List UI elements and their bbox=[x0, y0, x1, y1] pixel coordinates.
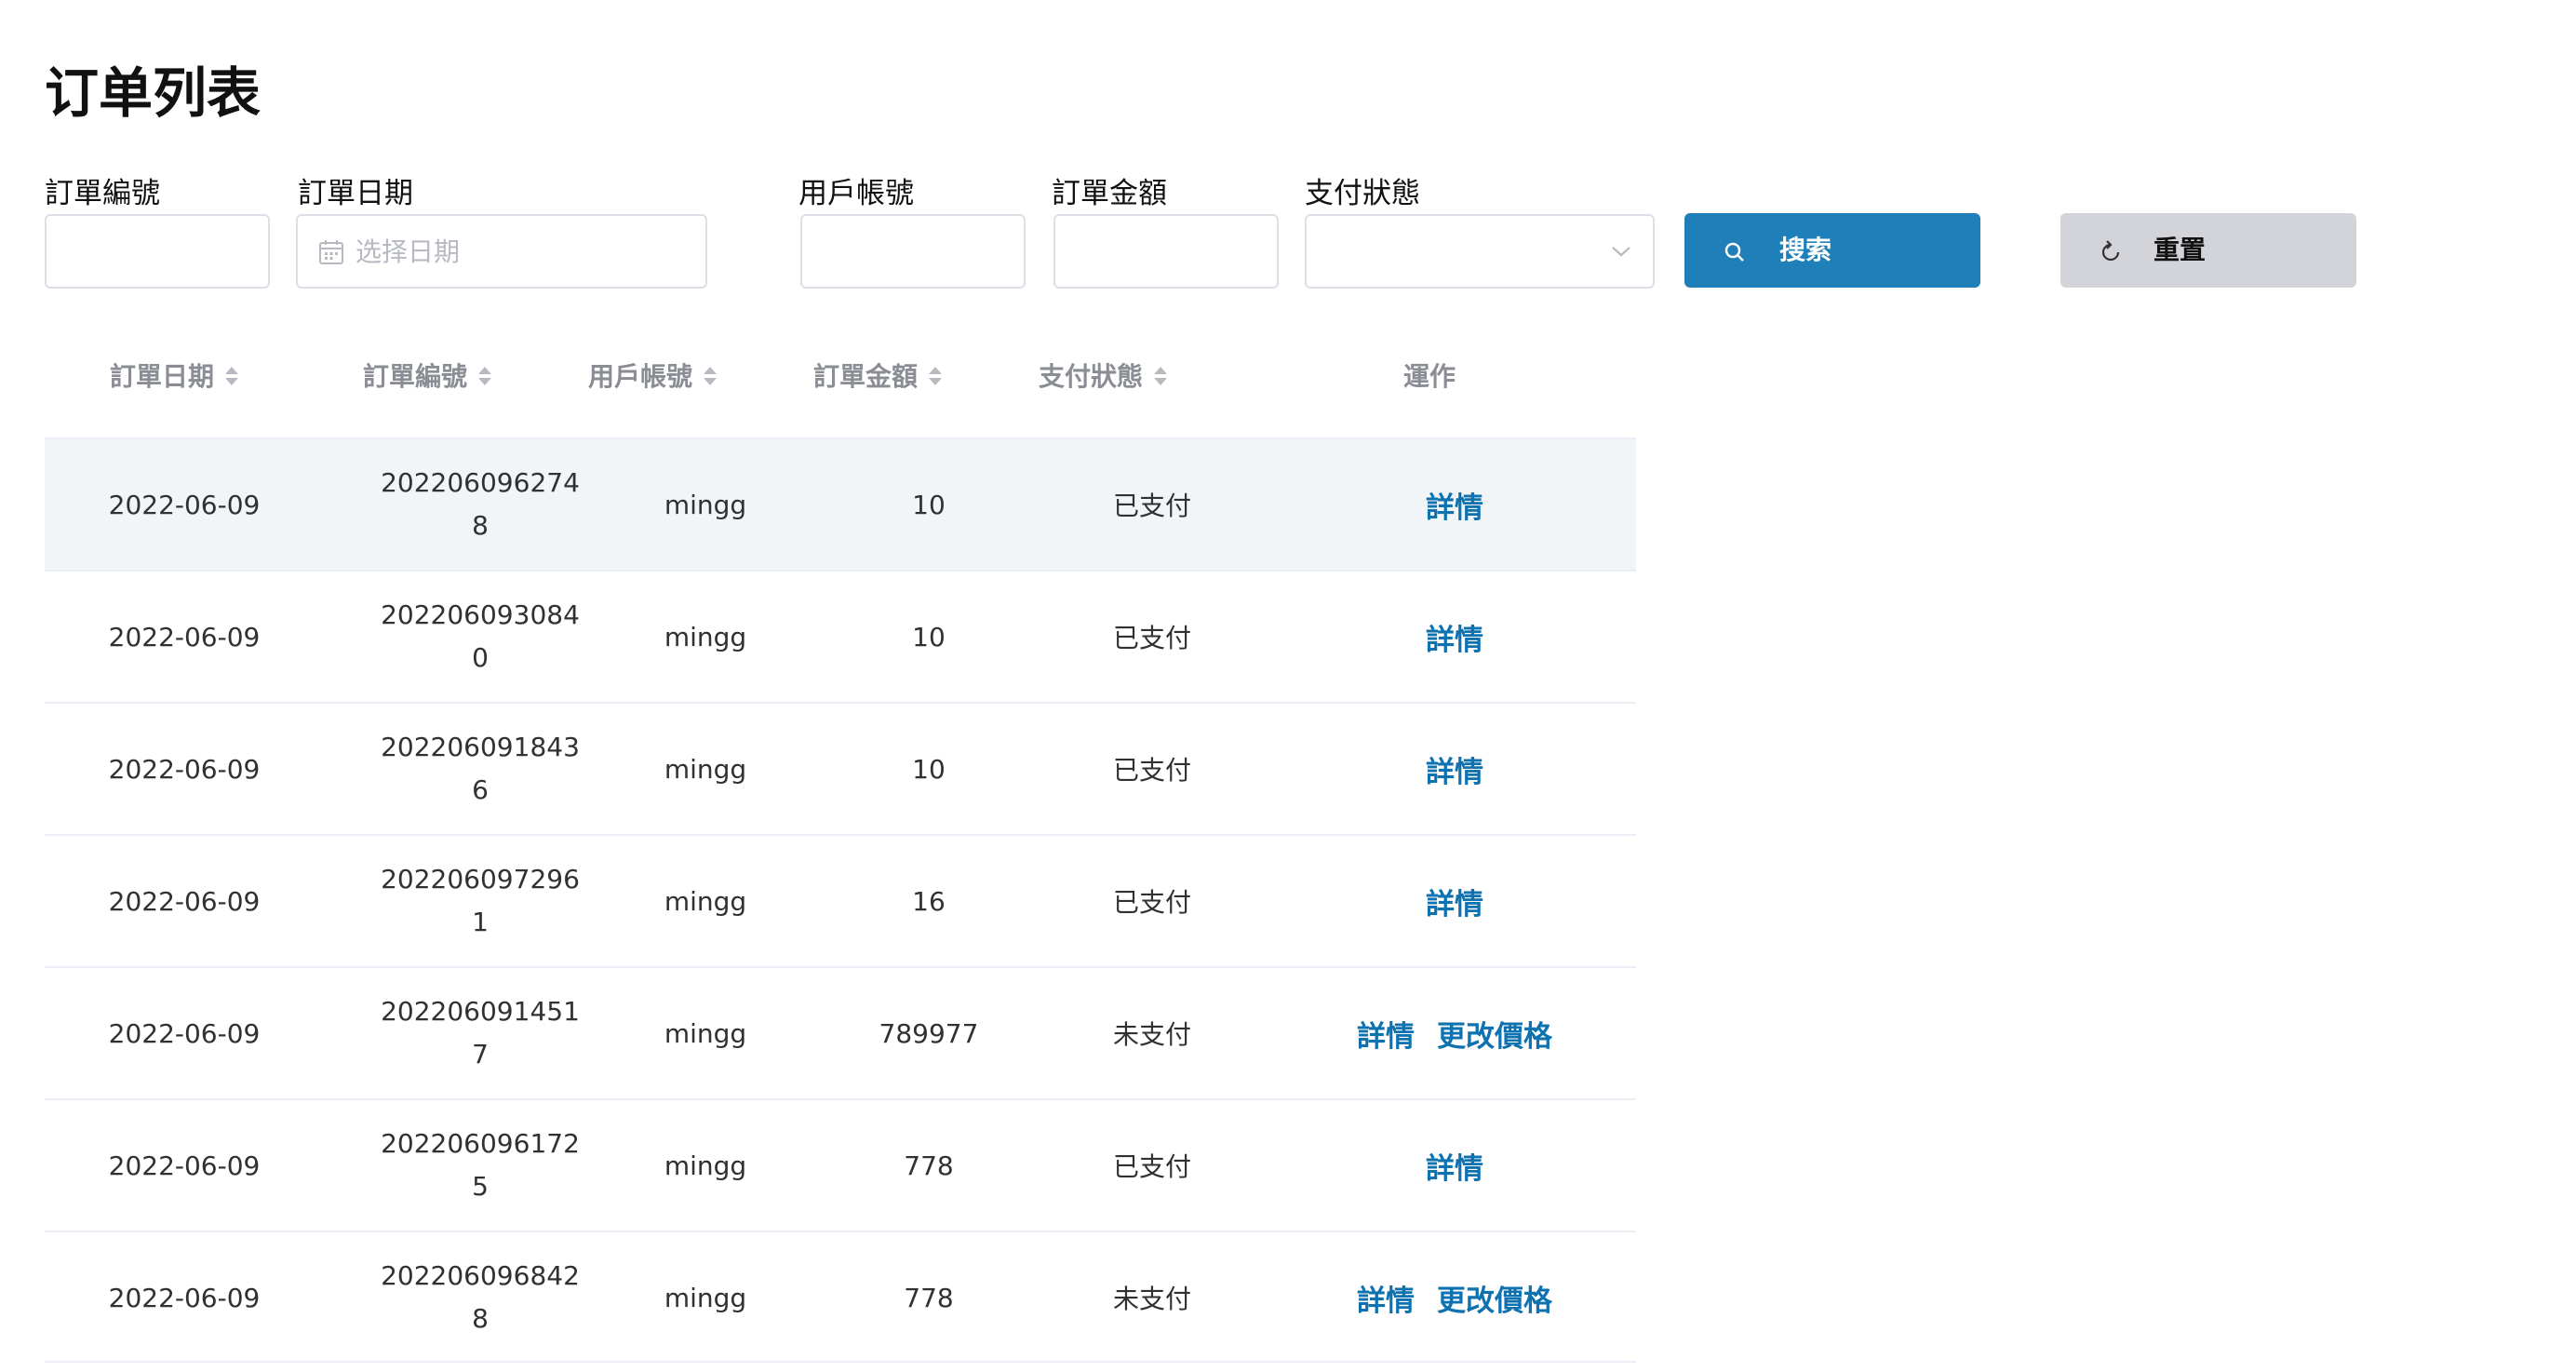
order-no-input[interactable] bbox=[45, 214, 270, 289]
table-row: 2022-06-09 202206096842 8 mingg 778 未支付 詳… bbox=[45, 1231, 1636, 1363]
order-no-line2: 8 bbox=[472, 1303, 489, 1334]
order-no-line1: 202206096172 bbox=[381, 1128, 580, 1159]
amount-label: 訂單金額 bbox=[1052, 177, 1167, 210]
calendar-icon bbox=[319, 240, 343, 264]
column-label: 支付狀態 bbox=[1039, 361, 1144, 392]
details-link[interactable]: 詳情 bbox=[1426, 1145, 1483, 1187]
sort-caret-icon[interactable] bbox=[476, 364, 493, 388]
cell-order-date: 2022-06-09 bbox=[108, 885, 261, 917]
order-date-label: 訂單日期 bbox=[298, 177, 413, 210]
table-row: 2022-06-09 202206097296 1 mingg 16 已支付 詳情 bbox=[45, 834, 1636, 966]
sort-caret-icon[interactable] bbox=[1152, 364, 1169, 388]
page-title: 订单列表 bbox=[45, 61, 262, 125]
refresh-icon bbox=[2101, 240, 2120, 262]
column-label: 訂單金額 bbox=[813, 361, 919, 392]
table-row: 2022-06-09 202206091843 6 mingg 10 已支付 詳情 bbox=[45, 702, 1636, 834]
sort-caret-icon[interactable] bbox=[927, 364, 944, 388]
cell-pay-status: 已支付 bbox=[1112, 623, 1191, 653]
cell-actions: 詳情 bbox=[1254, 704, 1655, 834]
column-header-actions: 運作 bbox=[1403, 361, 1456, 392]
order-no-line2: 0 bbox=[472, 642, 489, 673]
order-no-line1: 202206091451 bbox=[381, 996, 580, 1027]
order-no-line1: 202206096842 bbox=[381, 1260, 580, 1291]
details-link[interactable]: 詳情 bbox=[1426, 616, 1483, 658]
order-no-line2: 7 bbox=[472, 1039, 489, 1069]
order-no-line1: 202206091843 bbox=[381, 732, 580, 762]
sort-caret-icon[interactable] bbox=[223, 364, 240, 388]
change-price-link[interactable]: 更改價格 bbox=[1437, 1277, 1552, 1319]
cell-order-date: 2022-06-09 bbox=[108, 621, 261, 652]
column-header-pay-status[interactable]: 支付狀態 bbox=[1039, 316, 1169, 437]
cell-pay-status: 已支付 bbox=[1112, 755, 1191, 786]
cell-order-date: 2022-06-09 bbox=[108, 1282, 261, 1313]
account-label: 用戶帳號 bbox=[798, 177, 914, 210]
pay-status-label: 支付狀態 bbox=[1305, 177, 1420, 210]
column-header-account[interactable]: 用戶帳號 bbox=[588, 316, 718, 437]
details-link[interactable]: 詳情 bbox=[1357, 1013, 1415, 1055]
order-date-input[interactable] bbox=[356, 216, 691, 287]
column-label: 用戶帳號 bbox=[588, 361, 693, 392]
cell-actions: 詳情 bbox=[1254, 439, 1655, 570]
cell-actions: 詳情 更改價格 bbox=[1254, 1232, 1655, 1363]
cell-order-date: 2022-06-09 bbox=[108, 1017, 261, 1049]
table-header: 訂單日期 訂單編號 用戶帳號 訂單金額 支付狀態 運作 bbox=[45, 316, 1636, 437]
cell-actions: 詳情 bbox=[1254, 1100, 1655, 1231]
details-link[interactable]: 詳情 bbox=[1357, 1277, 1415, 1319]
table-row: 2022-06-09 202206096274 8 mingg 10 已支付 詳情 bbox=[45, 437, 1636, 570]
reset-button-label: 重置 bbox=[2153, 235, 2207, 265]
cell-actions: 詳情 更改價格 bbox=[1254, 968, 1655, 1098]
table-row: 2022-06-09 202206091451 7 mingg 789977 未支… bbox=[45, 966, 1636, 1098]
cell-actions: 詳情 bbox=[1254, 572, 1655, 702]
details-link[interactable]: 詳情 bbox=[1426, 748, 1483, 790]
sort-caret-icon[interactable] bbox=[702, 364, 718, 388]
cell-pay-status: 已支付 bbox=[1112, 1151, 1191, 1182]
order-no-line2: 5 bbox=[472, 1171, 489, 1202]
chevron-down-icon bbox=[1612, 247, 1630, 257]
order-no-line1: 202206096274 bbox=[381, 467, 580, 498]
column-label: 訂單日期 bbox=[110, 361, 215, 392]
details-link[interactable]: 詳情 bbox=[1426, 881, 1483, 922]
pay-status-select[interactable] bbox=[1305, 214, 1655, 289]
column-header-order-date[interactable]: 訂單日期 bbox=[110, 316, 240, 437]
reset-button[interactable]: 重置 bbox=[2060, 213, 2356, 288]
column-label: 訂單編號 bbox=[363, 361, 468, 392]
order-no-label: 訂單編號 bbox=[45, 177, 160, 210]
column-header-amount[interactable]: 訂單金額 bbox=[813, 316, 944, 437]
cell-pay-status: 已支付 bbox=[1112, 887, 1191, 918]
orders-table: 訂單日期 訂單編號 用戶帳號 訂單金額 支付狀態 運作 2022-06-09 2… bbox=[45, 316, 1636, 1363]
search-button-label: 搜索 bbox=[1779, 235, 1832, 265]
cell-order-date: 2022-06-09 bbox=[108, 1150, 261, 1181]
table-row: 2022-06-09 202206093084 0 mingg 10 已支付 詳情 bbox=[45, 570, 1636, 702]
search-button[interactable]: 搜索 bbox=[1684, 213, 1980, 288]
order-no-line2: 8 bbox=[472, 510, 489, 541]
cell-pay-status: 未支付 bbox=[1112, 1284, 1191, 1314]
details-link[interactable]: 詳情 bbox=[1426, 484, 1483, 526]
cell-order-date: 2022-06-09 bbox=[108, 753, 261, 785]
change-price-link[interactable]: 更改價格 bbox=[1437, 1013, 1552, 1055]
table-row: 2022-06-09 202206096172 5 mingg 778 已支付 詳… bbox=[45, 1098, 1636, 1231]
order-no-line1: 202206097296 bbox=[381, 864, 580, 894]
cell-pay-status: 已支付 bbox=[1112, 491, 1191, 521]
order-date-picker[interactable] bbox=[296, 214, 707, 289]
cell-pay-status: 未支付 bbox=[1112, 1019, 1191, 1050]
order-no-line2: 6 bbox=[472, 774, 489, 805]
cell-actions: 詳情 bbox=[1254, 836, 1655, 966]
order-no-line2: 1 bbox=[472, 907, 489, 937]
search-icon bbox=[1724, 242, 1744, 262]
cell-order-date: 2022-06-09 bbox=[108, 489, 261, 520]
amount-input[interactable] bbox=[1053, 214, 1279, 289]
order-no-line1: 202206093084 bbox=[381, 599, 580, 630]
account-input[interactable] bbox=[800, 214, 1026, 289]
column-header-order-no[interactable]: 訂單編號 bbox=[363, 316, 493, 437]
